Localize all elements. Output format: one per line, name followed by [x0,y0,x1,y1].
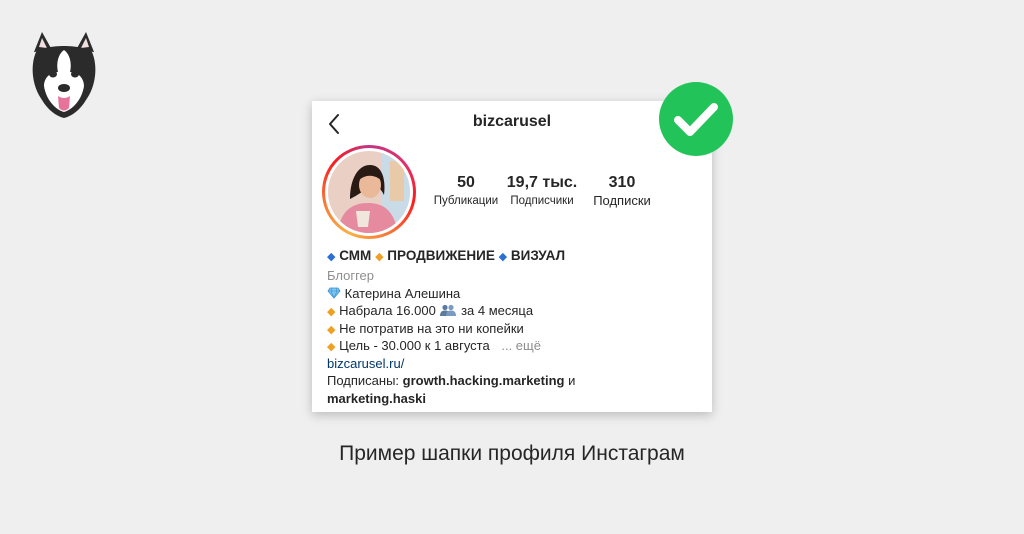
stat-following[interactable]: 310 Подписки [578,173,666,209]
orange-diamond-icon: ◆ [327,306,336,318]
profile-stats: 50 Публикации 19,7 тыс. Подписчики 310 П… [430,173,656,213]
bio-category: Блоггер [327,268,375,283]
followed-by-and: и [568,373,576,388]
avatar-photo [328,151,410,233]
stat-followers-value: 19,7 тыс. [506,174,578,191]
orange-diamond-icon: ◆ [327,341,336,353]
stat-posts-label: Публикации [433,195,499,207]
bio-line-followers-gained: ◆ Набрала 16.000 за 4 месяца [327,302,702,320]
instagram-profile-card: bizcarusel 50 Публикации 19,7 тыс. Подпи… [312,101,712,412]
stat-followers[interactable]: 19,7 тыс. Подписчики [506,173,578,209]
stat-followers-label: Подписчики [510,195,574,207]
bio-name-line: Катерина Алешина [327,285,702,303]
bio-title: ◆ СММ ◆ ПРОДВИЖЕНИЕ ◆ ВИЗУАЛ [327,245,702,267]
stat-posts[interactable]: 50 Публикации [430,173,502,209]
stat-posts-value: 50 [457,174,475,191]
people-icon [440,304,457,316]
bio-title-visual: ВИЗУАЛ [510,248,566,263]
bio-followers-gained: Набрала 16.000 [339,303,436,318]
bio-followed-by-cont: marketing.haski [327,390,702,408]
bio-title-smm: СММ [339,248,372,263]
blue-diamond-icon: ◆ [327,251,336,263]
orange-diamond-icon: ◆ [375,251,384,263]
bio-period: за 4 месяца [461,303,534,318]
husky-head-icon [32,32,96,118]
bio-goal: Цель - 30.000 к 1 августа [339,338,490,353]
profile-username: bizcarusel [472,113,552,130]
check-circle-icon [659,82,733,156]
bio-more-link[interactable]: ... ещё [501,338,541,353]
caption: Пример шапки профиля Инстаграм [339,442,685,465]
bio-title-promo: ПРОДВИЖЕНИЕ [387,248,495,263]
bio-line-no-spend: ◆ Не потратив на это ни копейки [327,320,702,338]
profile-bio: ◆ СММ ◆ ПРОДВИЖЕНИЕ ◆ ВИЗУАЛ Блоггер Кат… [327,245,702,407]
stat-following-label: Подписки [593,193,651,208]
avatar[interactable] [322,145,416,239]
bio-line-goal: ◆ Цель - 30.000 к 1 августа ... ещё [327,337,702,355]
blue-diamond-icon: ◆ [498,251,508,263]
followed-by-user-1[interactable]: growth.hacking.marketing [403,373,565,388]
bio-author-name: Катерина Алешина [344,285,461,301]
followed-by-prefix: Подписаны: [327,373,400,388]
orange-diamond-icon: ◆ [327,323,336,336]
gem-icon [327,287,341,299]
stat-following-value: 310 [608,174,636,191]
bio-website-link[interactable]: bizcarusel.ru/ [327,355,702,373]
followed-by-user-2[interactable]: marketing.haski [327,391,426,406]
bio-followed-by: Подписаны: growth.hacking.marketing и [327,372,702,390]
bio-no-spend: Не потратив на это ни копейки [339,320,524,336]
